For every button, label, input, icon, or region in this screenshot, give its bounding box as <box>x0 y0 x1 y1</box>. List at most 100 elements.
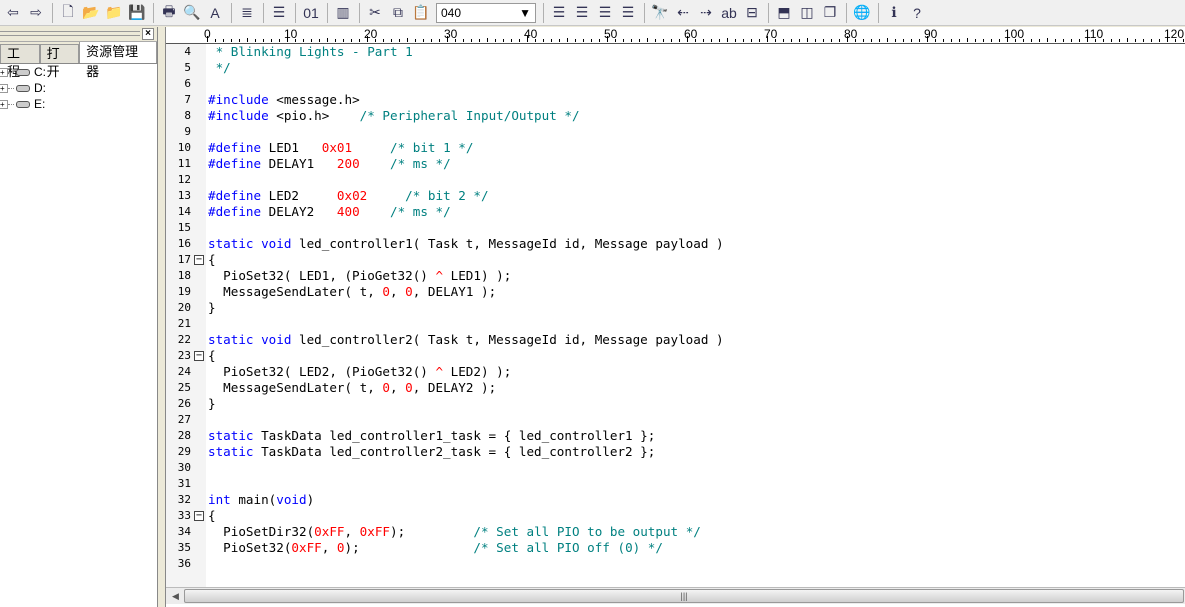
ruler-tick <box>431 39 432 42</box>
panel-tab[interactable]: 打开 <box>39 44 80 79</box>
line-number: 21 <box>177 317 191 330</box>
fold-collapse-icon[interactable]: − <box>194 255 204 265</box>
scrollbar-thumb[interactable]: ||| <box>184 589 1184 603</box>
expand-icon[interactable]: + <box>0 99 8 109</box>
ruler-tick <box>823 39 824 42</box>
copy-icon[interactable]: ⧉ <box>387 2 409 24</box>
panel-grip[interactable] <box>0 31 140 36</box>
code-line: 32 int main(void) <box>166 492 1185 508</box>
expand-icon[interactable]: + <box>0 83 8 93</box>
line-number: 8 <box>184 109 191 122</box>
tree-item-drive[interactable]: + C: <box>0 64 157 80</box>
ruler-tick <box>343 39 344 42</box>
align-left-icon[interactable]: ☰ <box>548 2 570 24</box>
open-folder-icon[interactable]: 📂 <box>80 2 102 24</box>
token-kw: int <box>208 492 231 507</box>
code-line: 15 <box>166 220 1185 236</box>
code-text: static TaskData led_controller1_task = {… <box>208 428 655 444</box>
find-icon[interactable]: 🔭 <box>649 2 671 24</box>
save-icon[interactable]: 💾 <box>126 2 148 24</box>
token-plain: { <box>208 252 216 267</box>
print-icon[interactable]: 🖶 <box>158 2 180 24</box>
ruler-tick <box>879 39 880 42</box>
web-icon[interactable]: 🌐 <box>851 2 873 24</box>
token-plain: { <box>208 508 216 523</box>
code-line: 33−{ <box>166 508 1185 524</box>
font-icon[interactable]: A <box>204 2 226 24</box>
token-plain: , DELAY2 ); <box>412 380 497 395</box>
ruler-tick <box>231 39 232 42</box>
ruler-tick <box>223 39 224 42</box>
hard-drive-icon <box>16 84 30 92</box>
split-vertical-icon[interactable]: ◫ <box>796 2 818 24</box>
line-number: 31 <box>177 477 191 490</box>
ruler-tick <box>1071 39 1072 42</box>
line-number: 14 <box>177 205 191 218</box>
token-plain: TaskData led_controller2_task = { led_co… <box>253 444 656 459</box>
help-icon[interactable]: ? <box>906 2 928 24</box>
open-project-icon[interactable]: 📁 <box>103 2 125 24</box>
forward-arrow-icon[interactable]: ⇨ <box>25 2 47 24</box>
ruler-label: 60 <box>684 27 698 41</box>
split-horizontal-icon[interactable]: ⬒ <box>773 2 795 24</box>
tree-item-drive[interactable]: + D: <box>0 80 157 96</box>
ruler-tick <box>807 38 808 42</box>
document-icon[interactable]: ≣ <box>236 2 258 24</box>
info-icon[interactable]: ℹ <box>883 2 905 24</box>
column-mode-icon[interactable]: ▥ <box>332 2 354 24</box>
ruler-tick <box>975 39 976 42</box>
close-panel-button[interactable]: × <box>142 28 154 40</box>
panel-tab[interactable]: 资源管理器 <box>79 41 157 79</box>
align-right-icon[interactable]: ☰ <box>594 2 616 24</box>
code-editor[interactable]: 0 10 20 30 40 50 60 70 80 90 100 110 120 4 * Blinkin… <box>165 27 1185 607</box>
zoom-combo[interactable]: 040 ▼ <box>436 2 536 23</box>
file-explorer-panel: × 工程 打开 资源管理器 + C: + D: + E: <box>0 27 158 607</box>
panel-tab[interactable]: 工程 <box>0 44 40 79</box>
ruler-tick <box>415 39 416 42</box>
ruler-label: 70 <box>764 27 778 41</box>
line-number: 25 <box>177 381 191 394</box>
token-comment: /* ms */ <box>390 156 451 171</box>
code-text: #define LED1 0x01 /* bit 1 */ <box>208 140 473 156</box>
new-file-icon[interactable]: 🗋 <box>57 2 79 24</box>
code-text: } <box>208 300 216 316</box>
fold-collapse-icon[interactable]: − <box>194 511 204 521</box>
code-line: 34 PioSetDir32(0xFF, 0xFF); /* Set all P… <box>166 524 1185 540</box>
token-comment: /* Set all PIO off (0) */ <box>473 540 663 555</box>
fold-collapse-icon[interactable]: − <box>194 351 204 361</box>
line-number: 34 <box>177 525 191 538</box>
ruler-tick <box>839 39 840 42</box>
token-num2: 0 <box>382 380 390 395</box>
back-arrow-icon[interactable]: ⇦ <box>2 2 24 24</box>
code-area[interactable]: 4 * Blinking Lights - Part 15 */6 7 #inclu… <box>166 44 1185 572</box>
paste-icon[interactable]: 📋 <box>410 2 432 24</box>
cut-icon[interactable]: ✂ <box>364 2 386 24</box>
indent-icon[interactable]: ☰ <box>268 2 290 24</box>
toolbar-separator <box>295 2 296 23</box>
justify-icon[interactable]: ☰ <box>617 2 639 24</box>
goto-icon[interactable]: ⊟ <box>741 2 763 24</box>
code-text: { <box>208 508 216 524</box>
scroll-left-icon[interactable]: ◀ <box>172 591 179 602</box>
ruler-tick <box>591 39 592 42</box>
tree-item-drive[interactable]: + E: <box>0 96 157 112</box>
print-preview-icon[interactable]: 🔍 <box>181 2 203 24</box>
ruler-tick <box>871 39 872 42</box>
chevron-down-icon[interactable]: ▼ <box>519 6 531 20</box>
ruler-tick <box>831 39 832 42</box>
ruler-tick <box>1111 39 1112 42</box>
token-kw: static void <box>208 332 292 347</box>
horizontal-scrollbar[interactable]: ◀ ||| <box>166 587 1185 604</box>
code-line: 25 MessageSendLater( t, 0, 0, DELAY2 ); <box>166 380 1185 396</box>
hex-view-icon[interactable]: 01 <box>300 2 322 24</box>
ruler-tick <box>463 39 464 42</box>
drive-label: C: <box>34 65 46 79</box>
find-prev-icon[interactable]: ⇠ <box>672 2 694 24</box>
expand-icon[interactable]: + <box>0 67 8 77</box>
cascade-windows-icon[interactable]: ❐ <box>819 2 841 24</box>
find-next-icon[interactable]: ⇢ <box>695 2 717 24</box>
align-center-icon[interactable]: ☰ <box>571 2 593 24</box>
replace-icon[interactable]: ab <box>718 2 740 24</box>
line-number: 20 <box>177 301 191 314</box>
